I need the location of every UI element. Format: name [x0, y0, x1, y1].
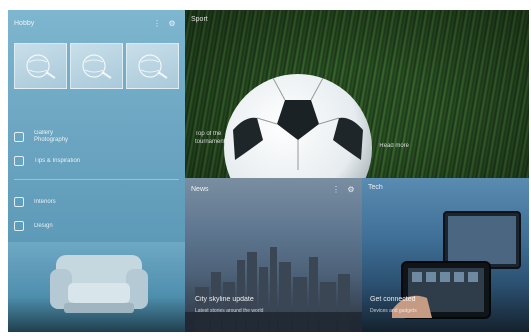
- menu-item-design[interactable]: Design: [14, 214, 179, 238]
- menu-item-label: Design: [34, 222, 53, 229]
- hobby-header: Hobby ⋮ ⚙: [14, 16, 177, 30]
- menu-item-gallery[interactable]: Gallery Photography: [14, 125, 179, 149]
- folder-icon: [14, 197, 24, 207]
- menu-divider: [14, 179, 179, 180]
- soccer-ball-image: [223, 60, 373, 178]
- globe-placeholder-icon: [137, 54, 168, 79]
- hobby-menu: Gallery Photography Tips & Inspiration I…: [14, 125, 179, 238]
- news-tile[interactable]: News ⋮ ⚙ City skyline update Latest stor…: [185, 178, 362, 332]
- news-header: News ⋮ ⚙: [191, 184, 356, 194]
- hobby-panel: Hobby ⋮ ⚙ Gallery Photography Tips & Ins…: [8, 10, 185, 332]
- tech-header: Tech: [368, 184, 523, 191]
- hobby-title: Hobby: [14, 19, 35, 27]
- thumbnail-2[interactable]: [70, 43, 123, 89]
- menu-item-label: Tips & Inspiration: [34, 157, 81, 164]
- more-options-icon[interactable]: ⋮: [152, 18, 162, 28]
- news-title: News: [191, 185, 209, 193]
- folder-icon: [14, 221, 24, 231]
- thumbnail-3[interactable]: [126, 43, 179, 89]
- settings-icon[interactable]: ⚙: [167, 18, 177, 28]
- sports-tile[interactable]: Sport Top of the tournament Read more: [185, 10, 529, 178]
- sports-read-more-link[interactable]: Read more: [379, 143, 409, 149]
- hobby-thumbnails: [14, 43, 179, 89]
- news-headline: City skyline update: [195, 296, 254, 303]
- city-skyline-image: [185, 247, 362, 332]
- menu-item-label: Gallery Photography: [34, 130, 69, 143]
- tech-title: Tech: [368, 184, 383, 191]
- menu-item-interiors[interactable]: Interiors: [14, 190, 179, 214]
- sports-title: Sport: [191, 16, 208, 23]
- more-options-icon[interactable]: ⋮: [331, 184, 341, 194]
- image-icon: [14, 132, 24, 142]
- news-subtitle: Latest stories around the world: [195, 308, 264, 314]
- globe-placeholder-icon: [25, 54, 56, 79]
- menu-item-tips[interactable]: Tips & Inspiration: [14, 149, 179, 173]
- settings-icon[interactable]: ⚙: [346, 184, 356, 194]
- tech-subtitle: Devices and gadgets: [370, 308, 417, 314]
- sports-caption: Top of the tournament: [195, 131, 226, 145]
- app-frame: Hobby ⋮ ⚙ Gallery Photography Tips & Ins…: [8, 10, 529, 332]
- globe-placeholder-icon: [81, 54, 112, 79]
- tech-headline: Get connected: [370, 296, 416, 303]
- menu-item-label: Interiors: [34, 198, 56, 205]
- armchair-image: [50, 247, 148, 322]
- armchair-background: [8, 242, 185, 332]
- lightbulb-icon: [14, 156, 24, 166]
- tech-tile[interactable]: Tech Get connected Devices and gadgets: [362, 178, 529, 332]
- thumbnail-1[interactable]: [14, 43, 67, 89]
